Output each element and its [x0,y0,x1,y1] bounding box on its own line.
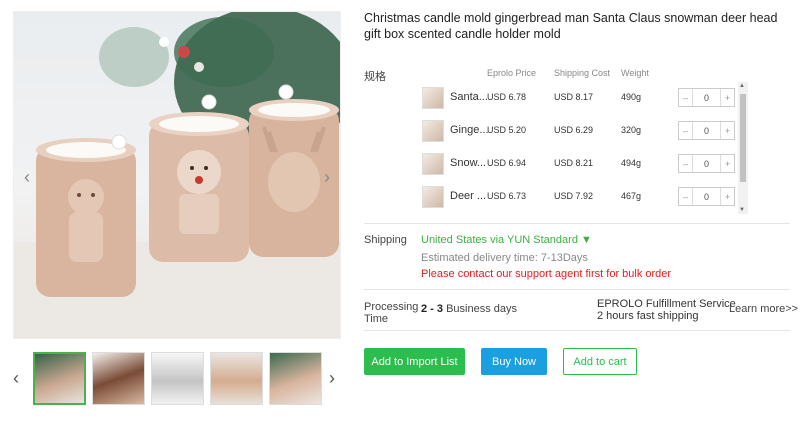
variant-name: Deer ... [450,190,487,202]
spec-label: 规格 [364,71,386,83]
shipping-method-dropdown[interactable]: United States via YUN Standard ▼ [421,234,592,246]
processing-days-unit: Business days [443,303,517,315]
learn-more-link[interactable]: Learn more>> [729,303,798,315]
variant-price: USD 5.20 [487,125,527,135]
increment-button[interactable]: + [720,155,734,172]
variant-thumbnail [422,120,444,142]
variant-list-scrollbar[interactable]: ▲ ▼ [738,82,748,214]
fulfillment-service: EPROLO Fulfillment Service 2 hours fast … [597,298,736,322]
variant-shipping-cost: USD 8.21 [554,158,594,168]
candle-holders-photo [14,12,340,338]
quantity-input[interactable]: 0 [693,126,720,136]
thumbnail-5[interactable] [269,352,322,405]
variant-row[interactable]: Ginge... USD 5.20 USD 6.29 320g – 0 + [420,115,735,148]
variant-weight: 490g [621,92,642,102]
variant-shipping-cost: USD 7.92 [554,191,594,201]
thumbnail-next-arrow[interactable]: › [329,368,335,389]
quantity-stepper: – 0 + [678,187,735,206]
variant-thumbnail [422,87,444,109]
variant-list: Santa... USD 6.78 USD 8.17 490g – 0 + Gi… [420,82,750,214]
processing-days-range: 2 - 3 [421,303,444,315]
variant-weight: 320g [621,125,642,135]
variant-name: Santa... [450,91,488,103]
thumbnail-1[interactable] [33,352,86,405]
variant-name: Snow... [450,157,487,169]
quantity-input[interactable]: 0 [693,159,720,169]
variant-thumbnail [422,153,444,175]
buy-now-button[interactable]: Buy Now [481,348,547,375]
increment-button[interactable]: + [720,89,734,106]
scroll-up-icon[interactable]: ▲ [739,83,745,89]
increment-button[interactable]: + [720,188,734,205]
variant-price: USD 6.94 [487,158,527,168]
divider [364,289,790,290]
main-image-prev-arrow[interactable]: ‹ [24,167,30,188]
variant-name: Ginge... [450,124,489,136]
weight-column-header: Weight [621,68,649,78]
thumbnail-carousel: ‹ › [13,350,343,408]
shipping-column-header: Shipping Cost [554,68,611,78]
increment-button[interactable]: + [720,122,734,139]
product-title: Christmas candle mold gingerbread man Sa… [364,11,778,41]
variant-row[interactable]: Santa... USD 6.78 USD 8.17 490g – 0 + [420,82,735,115]
decrement-button[interactable]: – [679,155,693,172]
decrement-button[interactable]: – [679,188,693,205]
variant-thumbnail [422,186,444,208]
delivery-estimate: Estimated delivery time: 7-13Days [421,252,588,264]
processing-time-label: Processing Time [364,301,419,325]
scrollbar-thumb[interactable] [740,94,746,182]
quantity-stepper: – 0 + [678,121,735,140]
variant-shipping-cost: USD 6.29 [554,125,594,135]
divider [364,330,790,331]
quantity-stepper: – 0 + [678,154,735,173]
thumbnail-2[interactable] [92,352,145,405]
decrement-button[interactable]: – [679,122,693,139]
bulk-order-warning: Please contact our support agent first f… [421,268,672,280]
variant-weight: 467g [621,191,642,201]
quantity-input[interactable]: 0 [693,192,720,202]
divider [364,223,790,224]
quantity-stepper: – 0 + [678,88,735,107]
add-to-cart-button[interactable]: Add to cart [563,348,637,375]
variant-shipping-cost: USD 8.17 [554,92,594,102]
main-image-next-arrow[interactable]: › [324,167,330,188]
main-product-image[interactable]: ‹ › [13,11,341,339]
thumbnail-prev-arrow[interactable]: ‹ [13,368,19,389]
variant-price: USD 6.78 [487,92,527,102]
price-column-header: Eprolo Price [487,68,537,78]
shipping-label: Shipping [364,234,407,246]
scroll-down-icon[interactable]: ▼ [739,207,745,213]
variant-price: USD 6.73 [487,191,527,201]
add-to-import-list-button[interactable]: Add to Import List [364,348,465,375]
thumbnail-3[interactable] [151,352,204,405]
variant-weight: 494g [621,158,642,168]
processing-days: 2 - 3 Business days [421,303,517,315]
fulfillment-subtitle: 2 hours fast shipping [597,310,699,322]
quantity-input[interactable]: 0 [693,93,720,103]
variant-row[interactable]: Snow... USD 6.94 USD 8.21 494g – 0 + [420,148,735,181]
fulfillment-title: EPROLO Fulfillment Service [597,298,736,310]
decrement-button[interactable]: – [679,89,693,106]
thumbnail-4[interactable] [210,352,263,405]
variant-row[interactable]: Deer ... USD 6.73 USD 7.92 467g – 0 + [420,181,735,214]
